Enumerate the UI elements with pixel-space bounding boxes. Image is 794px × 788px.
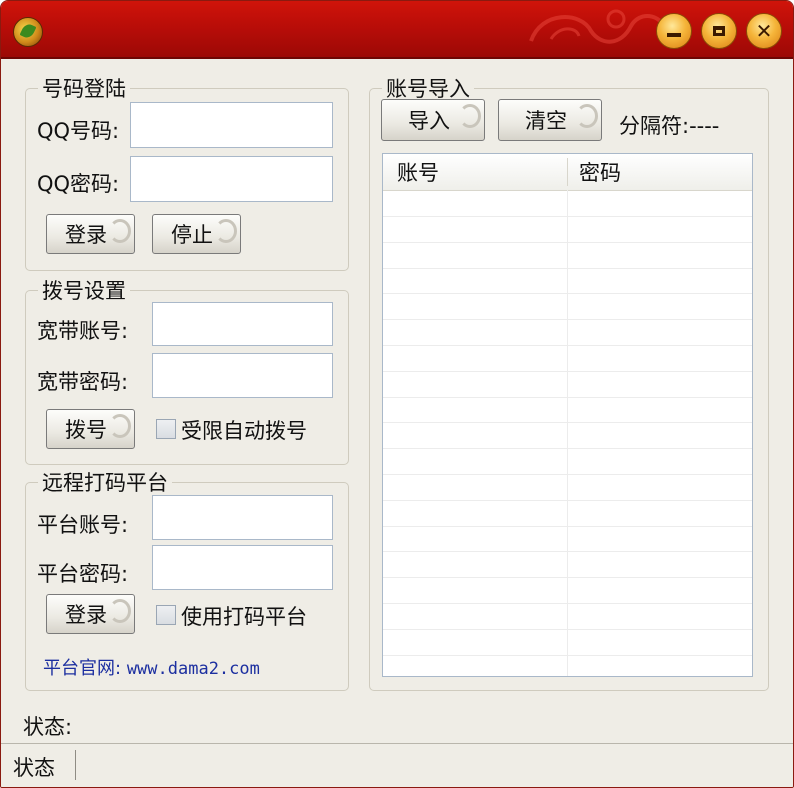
- app-logo-icon: [13, 17, 43, 47]
- title-bar[interactable]: ✕: [1, 1, 793, 59]
- account-list-header: 账号 密码: [383, 154, 752, 191]
- use-platform-checkbox[interactable]: [156, 605, 176, 625]
- broadband-password-input[interactable]: [152, 353, 333, 398]
- status-bar: 状态: [1, 743, 793, 787]
- platform-website-link[interactable]: www.dama2.com: [127, 659, 260, 679]
- platform-password-label: 平台密码:: [37, 562, 129, 586]
- use-platform-checkbox-label[interactable]: 使用打码平台: [181, 601, 307, 631]
- list-grid-line: [383, 525, 752, 527]
- separator-label: 分隔符:----: [619, 114, 720, 138]
- swirl-decoration-icon: [576, 104, 598, 128]
- list-grid-line: [383, 241, 752, 243]
- list-grid-line: [383, 474, 752, 475]
- dial-settings-legend: 拨号设置: [42, 279, 126, 303]
- platform-account-input[interactable]: [152, 495, 333, 540]
- main-window: ✕ 号码登陆 QQ号码: QQ密码: 登录 停止 拨号设置 宽带账号: 宽带密码…: [0, 0, 794, 788]
- broadband-account-input[interactable]: [152, 302, 333, 346]
- status-bar-panel: 状态: [13, 756, 55, 780]
- list-grid-line: [383, 319, 752, 321]
- list-grid-line: [383, 345, 752, 346]
- list-grid-line: [383, 551, 752, 553]
- qq-number-label: QQ号码:: [37, 119, 120, 143]
- list-grid-line: [383, 628, 752, 630]
- list-grid-line: [383, 448, 752, 450]
- dial-button-label: 拨号: [65, 418, 107, 442]
- platform-account-label: 平台账号:: [37, 513, 129, 537]
- platform-login-button-label: 登录: [65, 603, 107, 627]
- platform-login-button[interactable]: 登录: [46, 594, 135, 634]
- close-icon: ✕: [755, 19, 773, 43]
- platform-website-label: 平台官网:: [43, 658, 122, 679]
- qq-login-button-label: 登录: [65, 223, 107, 247]
- list-grid-line: [383, 396, 752, 398]
- swirl-decoration-icon: [459, 104, 481, 128]
- column-separator[interactable]: [567, 158, 568, 186]
- captcha-platform-legend: 远程打码平台: [42, 471, 168, 495]
- status-label: 状态:: [23, 715, 73, 739]
- broadband-account-label: 宽带账号:: [37, 319, 129, 343]
- clear-button-label: 清空: [525, 109, 567, 133]
- status-bar-divider: [75, 750, 76, 780]
- list-grid-line: [383, 603, 752, 604]
- cloud-pattern-decoration: [529, 9, 668, 44]
- auto-dial-checkbox[interactable]: [156, 419, 176, 439]
- swirl-decoration-icon: [109, 599, 131, 623]
- list-grid-line: [383, 654, 752, 656]
- qq-login-button[interactable]: 登录: [46, 214, 135, 254]
- account-list[interactable]: 账号 密码: [382, 153, 753, 677]
- qq-password-label: QQ密码:: [37, 172, 120, 196]
- list-grid-line: [383, 577, 752, 579]
- list-grid-line: [383, 370, 752, 372]
- platform-password-input[interactable]: [152, 545, 333, 590]
- stop-button-label: 停止: [171, 223, 213, 247]
- close-button[interactable]: ✕: [746, 13, 782, 49]
- import-button-label: 导入: [408, 109, 450, 133]
- column-header-account[interactable]: 账号: [397, 154, 439, 190]
- clear-button[interactable]: 清空: [498, 99, 602, 141]
- qq-login-legend: 号码登陆: [42, 77, 126, 101]
- qq-password-input[interactable]: [130, 156, 333, 202]
- swirl-decoration-icon: [109, 414, 131, 438]
- swirl-decoration-icon: [109, 219, 131, 243]
- list-grid-line: [383, 267, 752, 269]
- dial-button[interactable]: 拨号: [46, 409, 135, 449]
- minimize-icon: [667, 33, 681, 37]
- list-grid-line: [383, 422, 752, 424]
- import-button[interactable]: 导入: [381, 99, 485, 141]
- list-grid-line: [383, 216, 752, 217]
- list-grid-line: [383, 293, 752, 295]
- auto-dial-checkbox-label[interactable]: 受限自动拨号: [181, 415, 307, 445]
- maximize-icon: [713, 26, 725, 36]
- list-grid-line: [383, 499, 752, 501]
- broadband-password-label: 宽带密码:: [37, 370, 129, 394]
- maximize-button[interactable]: [701, 13, 737, 49]
- platform-website-row[interactable]: 平台官网: www.dama2.com: [43, 654, 260, 680]
- stop-button[interactable]: 停止: [152, 214, 241, 254]
- column-header-password[interactable]: 密码: [579, 154, 621, 190]
- swirl-decoration-icon: [215, 219, 237, 243]
- qq-number-input[interactable]: [130, 102, 333, 148]
- minimize-button[interactable]: [656, 13, 692, 49]
